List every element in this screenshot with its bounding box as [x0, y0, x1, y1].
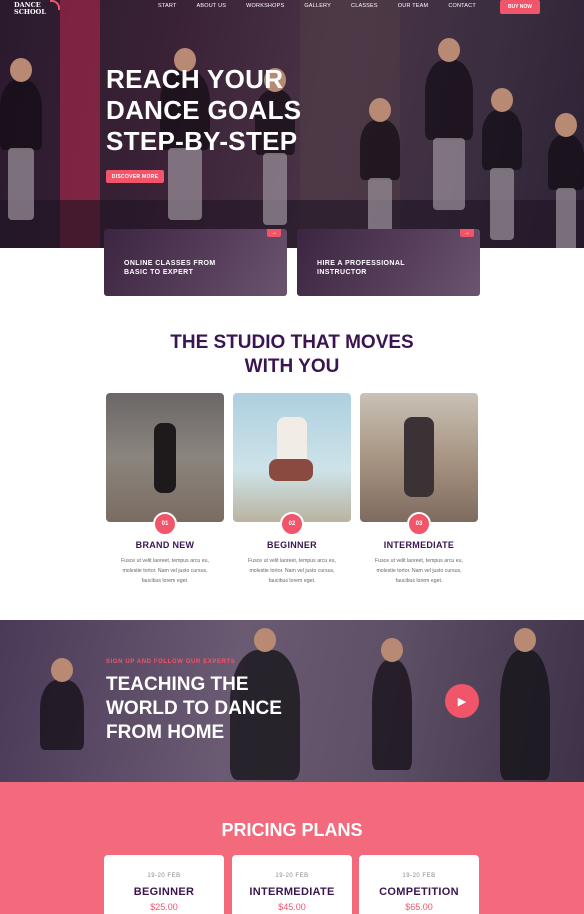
- plan-name: COMPETITION: [379, 886, 459, 898]
- class-number-badge: 01: [153, 512, 177, 536]
- teaching-subtitle: SIGN UP AND FOLLOW OUR EXPERTS: [106, 659, 236, 665]
- class-desc-line: faucibus lorem eget.: [141, 578, 189, 584]
- top-nav: DANCE SCHOOL START ABOUT US WORKSHOPS GA…: [0, 0, 584, 16]
- dancer-figure: [482, 88, 522, 240]
- logo-line-2: SCHOOL: [14, 8, 46, 16]
- dancer-figure: [360, 98, 400, 248]
- hero-title: REACH YOUR DANCE GOALS STEP-BY-STEP: [106, 64, 336, 157]
- feature-card-text: HIRE A PROFESSIONAL INSTRUCTOR: [317, 259, 437, 277]
- class-description: Fusce ut velit laoreet, tempus arcu eu, …: [360, 556, 478, 586]
- nav-link-workshops[interactable]: WORKSHOPS: [236, 3, 294, 9]
- class-desc-line: faucibus lorem eget.: [395, 578, 443, 584]
- teaching-title-line-3: FROM HOME: [106, 722, 225, 743]
- teaching-title: TEACHING THE WORLD TO DANCE FROM HOME: [106, 673, 326, 745]
- feature-card-hire-instructor[interactable]: → HIRE A PROFESSIONAL INSTRUCTOR: [297, 229, 480, 296]
- class-description: Fusce ut velit laoreet, tempus arcu eu, …: [106, 556, 224, 586]
- dancer-figure: [500, 628, 550, 780]
- dancer-figure: [425, 38, 473, 210]
- nav-link-classes[interactable]: CLASSES: [341, 3, 388, 9]
- dancer-figure: [548, 113, 584, 248]
- plan-price: $45.00: [278, 902, 306, 912]
- plan-name: INTERMEDIATE: [249, 886, 335, 898]
- discover-more-button[interactable]: DISCOVER MORE: [106, 170, 164, 183]
- feature-text-line: ONLINE CLASSES FROM: [124, 260, 216, 267]
- logo-mark-icon: [50, 0, 60, 10]
- studio-title-line-1: THE STUDIO THAT MOVES: [170, 332, 414, 353]
- class-number-badge: 03: [407, 512, 431, 536]
- nav-links: START ABOUT US WORKSHOPS GALLERY CLASSES…: [148, 3, 486, 9]
- plan-date: 19-20 FEB: [147, 873, 181, 879]
- pricing-plan-card[interactable]: 19-20 FEB INTERMEDIATE $45.00: [232, 855, 352, 914]
- dancer-figure: [0, 58, 42, 220]
- buy-now-button[interactable]: BUY NOW: [500, 0, 540, 14]
- plan-name: BEGINNER: [133, 886, 195, 898]
- pricing-plan-card[interactable]: 19-20 FEB BEGINNER $25.00: [104, 855, 224, 914]
- class-desc-line: Fusce ut velit laoreet, tempus arcu eu,: [121, 558, 209, 564]
- arrow-right-icon[interactable]: →: [460, 229, 474, 237]
- nav-link-our-team[interactable]: OUR TEAM: [388, 3, 439, 9]
- studio-title-line-2: WITH YOU: [244, 356, 340, 377]
- dancer-figure: [40, 658, 84, 750]
- class-image-intermediate[interactable]: [360, 393, 478, 522]
- teaching-title-line-2: WORLD TO DANCE: [106, 698, 282, 719]
- studio-section-title: THE STUDIO THAT MOVES WITH YOU: [0, 331, 584, 379]
- feature-text-line: HIRE A PROFESSIONAL: [317, 260, 405, 267]
- feature-text-line: BASIC TO EXPERT: [124, 269, 194, 276]
- hero-title-line-2: DANCE GOALS: [106, 95, 302, 125]
- dancer-figure: [154, 423, 176, 493]
- class-image-brand-new[interactable]: [106, 393, 224, 522]
- teaching-title-line-1: TEACHING THE: [106, 674, 249, 695]
- dancer-skirt: [269, 459, 313, 481]
- feature-text-line: INSTRUCTOR: [317, 269, 367, 276]
- class-desc-line: Fusce ut velit laoreet, tempus arcu eu,: [375, 558, 463, 564]
- class-desc-line: faucibus lorem eget.: [268, 578, 316, 584]
- dancer-figure: [404, 417, 434, 497]
- play-video-button[interactable]: ▶: [445, 684, 479, 718]
- class-name: BEGINNER: [267, 540, 317, 550]
- class-name: BRAND NEW: [135, 540, 195, 550]
- class-desc-line: molestie tortor. Nam vel justo cursus,: [376, 568, 462, 574]
- play-icon: ▶: [457, 695, 467, 708]
- nav-link-gallery[interactable]: GALLERY: [294, 3, 341, 9]
- class-desc-line: molestie tortor. Nam vel justo cursus,: [122, 568, 208, 574]
- plan-date: 19-20 FEB: [275, 873, 309, 879]
- plan-price: $65.00: [405, 902, 433, 912]
- pricing-title: PRICING PLANS: [221, 820, 363, 840]
- class-number-badge: 02: [280, 512, 304, 536]
- class-desc-line: Fusce ut velit laoreet, tempus arcu eu,: [248, 558, 336, 564]
- nav-link-about-us[interactable]: ABOUT US: [187, 3, 237, 9]
- arrow-right-icon[interactable]: →: [267, 229, 281, 237]
- pricing-plan-card[interactable]: 19-20 FEB COMPETITION $65.00: [359, 855, 479, 914]
- nav-link-contact[interactable]: CONTACT: [438, 3, 486, 9]
- class-description: Fusce ut velit laoreet, tempus arcu eu, …: [233, 556, 351, 586]
- dancer-figure: [372, 638, 412, 770]
- plan-date: 19-20 FEB: [402, 873, 436, 879]
- nav-link-start[interactable]: START: [148, 3, 187, 9]
- hero-title-line-1: REACH YOUR: [106, 64, 284, 94]
- class-name: INTERMEDIATE: [383, 540, 455, 550]
- feature-card-online-classes[interactable]: → ONLINE CLASSES FROM BASIC TO EXPERT: [104, 229, 287, 296]
- class-desc-line: molestie tortor. Nam vel justo cursus,: [249, 568, 335, 574]
- class-image-beginner[interactable]: [233, 393, 351, 522]
- hero-title-line-3: STEP-BY-STEP: [106, 126, 298, 156]
- logo[interactable]: DANCE SCHOOL: [14, 0, 60, 16]
- feature-card-text: ONLINE CLASSES FROM BASIC TO EXPERT: [124, 259, 244, 277]
- plan-price: $25.00: [150, 902, 178, 912]
